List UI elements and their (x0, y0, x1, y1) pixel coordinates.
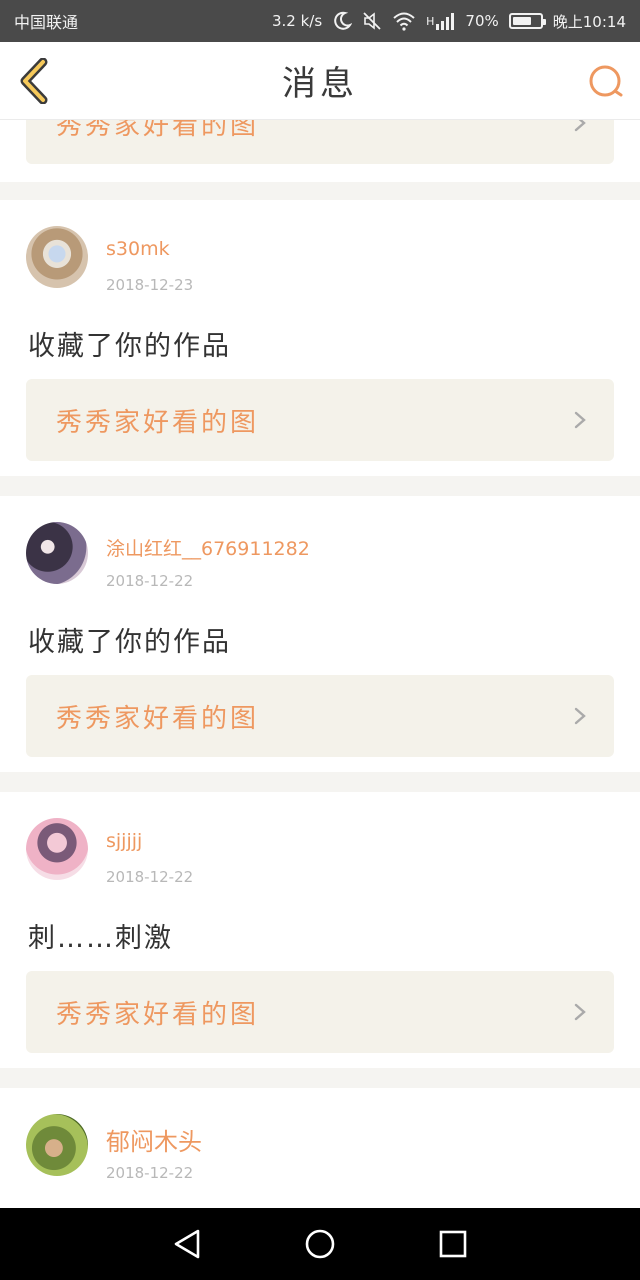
battery-level (512, 17, 531, 25)
message-card: sjjjjj 2018-12-22 刺……刺激 秀秀家好看的图 (0, 792, 640, 1068)
nav-recents-button[interactable] (423, 1214, 483, 1274)
username[interactable]: 涂山红红__676911282 (106, 534, 310, 561)
nav-home-button[interactable] (290, 1214, 350, 1274)
network-speed: 3.2 k/s (271, 12, 323, 30)
artwork-link[interactable]: 秀秀家好看的图 (26, 120, 614, 164)
artwork-link-label: 秀秀家好看的图 (56, 999, 260, 1030)
circle-home-icon (305, 1229, 335, 1259)
message-text: 收藏了你的作品 (28, 627, 231, 658)
artwork-link[interactable]: 秀秀家好看的图 (26, 971, 614, 1053)
avatar[interactable] (26, 1114, 88, 1176)
avatar[interactable] (26, 818, 88, 880)
username[interactable]: s30mk (106, 238, 170, 260)
artwork-link[interactable]: 秀秀家好看的图 (26, 379, 614, 461)
message-card: 涂山红红__676911282 2018-12-22 收藏了你的作品 秀秀家好看… (0, 496, 640, 772)
avatar[interactable] (26, 522, 88, 584)
message-list[interactable]: 秀秀家好看的图 s30mk 2018-12-23 收藏了你的作品 秀秀家好看的图… (0, 120, 640, 1208)
status-bar: 中国联通 3.2 k/s H 70% 晚上10:14 (0, 0, 640, 42)
avatar[interactable] (26, 226, 88, 288)
username[interactable]: sjjjjj (106, 830, 142, 852)
status-icons: 3.2 k/s H 70% 晚上10:14 (272, 11, 626, 32)
search-button[interactable] (586, 62, 626, 102)
back-button[interactable] (14, 58, 54, 104)
chevron-right-icon (574, 411, 586, 429)
mute-icon (362, 11, 382, 31)
app-header: 消息 (0, 42, 640, 120)
wifi-icon (392, 11, 416, 31)
chevron-right-icon (574, 120, 586, 132)
clock: 晚上10:14 (552, 12, 626, 31)
chevron-right-icon (574, 707, 586, 725)
artwork-link-label: 秀秀家好看的图 (56, 120, 260, 141)
username[interactable]: 郁闷木头 (106, 1122, 202, 1157)
search-icon (589, 65, 623, 97)
page-title: 消息 (282, 64, 358, 104)
carrier-label: 中国联通 (14, 13, 79, 32)
message-card: s30mk 2018-12-23 收藏了你的作品 秀秀家好看的图 (0, 200, 640, 476)
artwork-link-label: 秀秀家好看的图 (56, 407, 260, 438)
battery-percent: 70% (465, 12, 499, 30)
artwork-link[interactable]: 秀秀家好看的图 (26, 675, 614, 757)
date: 2018-12-22 (106, 868, 194, 886)
signal-icon: H (426, 12, 455, 30)
date: 2018-12-22 (106, 572, 194, 590)
artwork-link-label: 秀秀家好看的图 (56, 703, 260, 734)
system-nav-bar (0, 1208, 640, 1280)
moon-icon (332, 11, 353, 31)
square-recents-icon (440, 1230, 467, 1258)
date: 2018-12-23 (106, 276, 194, 294)
message-card: 秀秀家好看的图 (0, 120, 640, 182)
signal-type-label: H (426, 14, 435, 28)
battery-icon (508, 13, 546, 29)
message-card: 郁闷木头 2018-12-22 (0, 1088, 640, 1208)
message-text: 收藏了你的作品 (28, 331, 231, 362)
chevron-left-icon (20, 58, 48, 104)
message-text: 刺……刺激 (28, 923, 173, 954)
date: 2018-12-22 (106, 1164, 194, 1182)
triangle-back-icon (174, 1229, 199, 1259)
chevron-right-icon (574, 1003, 586, 1021)
nav-back-button[interactable] (157, 1214, 217, 1274)
